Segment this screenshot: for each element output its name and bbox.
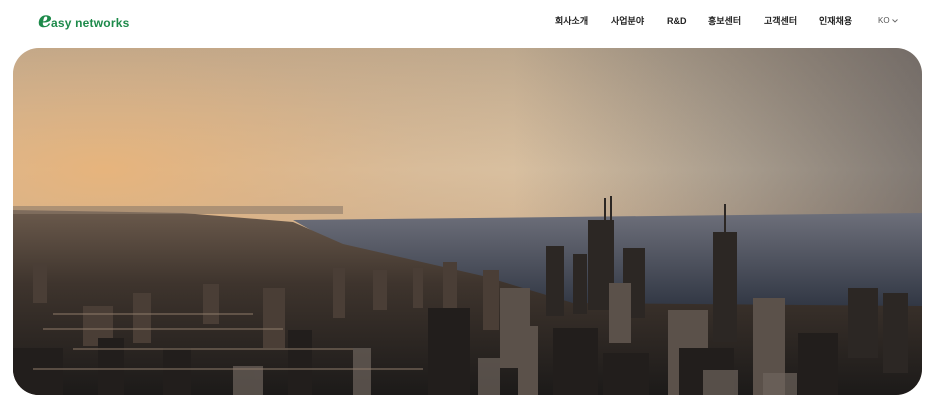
chevron-down-icon: [891, 19, 898, 23]
nav-item-careers[interactable]: 인재채용: [819, 14, 852, 28]
language-label: KO: [878, 16, 890, 25]
nav-item-rnd[interactable]: R&D: [667, 14, 687, 28]
nav-item-company[interactable]: 회사소개: [555, 14, 588, 28]
language-selector[interactable]: KO: [878, 14, 898, 28]
main-nav: 회사소개 사업분야 R&D 홍보센터 고객센터 인재채용: [0, 14, 932, 28]
city-skyline-image: [13, 48, 922, 395]
site-header: e asy networks 회사소개 사업분야 R&D 홍보센터 고객센터 인…: [0, 0, 932, 44]
nav-item-pr[interactable]: 홍보센터: [708, 14, 741, 28]
hero-banner: [13, 48, 922, 395]
nav-item-business[interactable]: 사업분야: [611, 14, 644, 28]
nav-item-support[interactable]: 고객센터: [764, 14, 797, 28]
